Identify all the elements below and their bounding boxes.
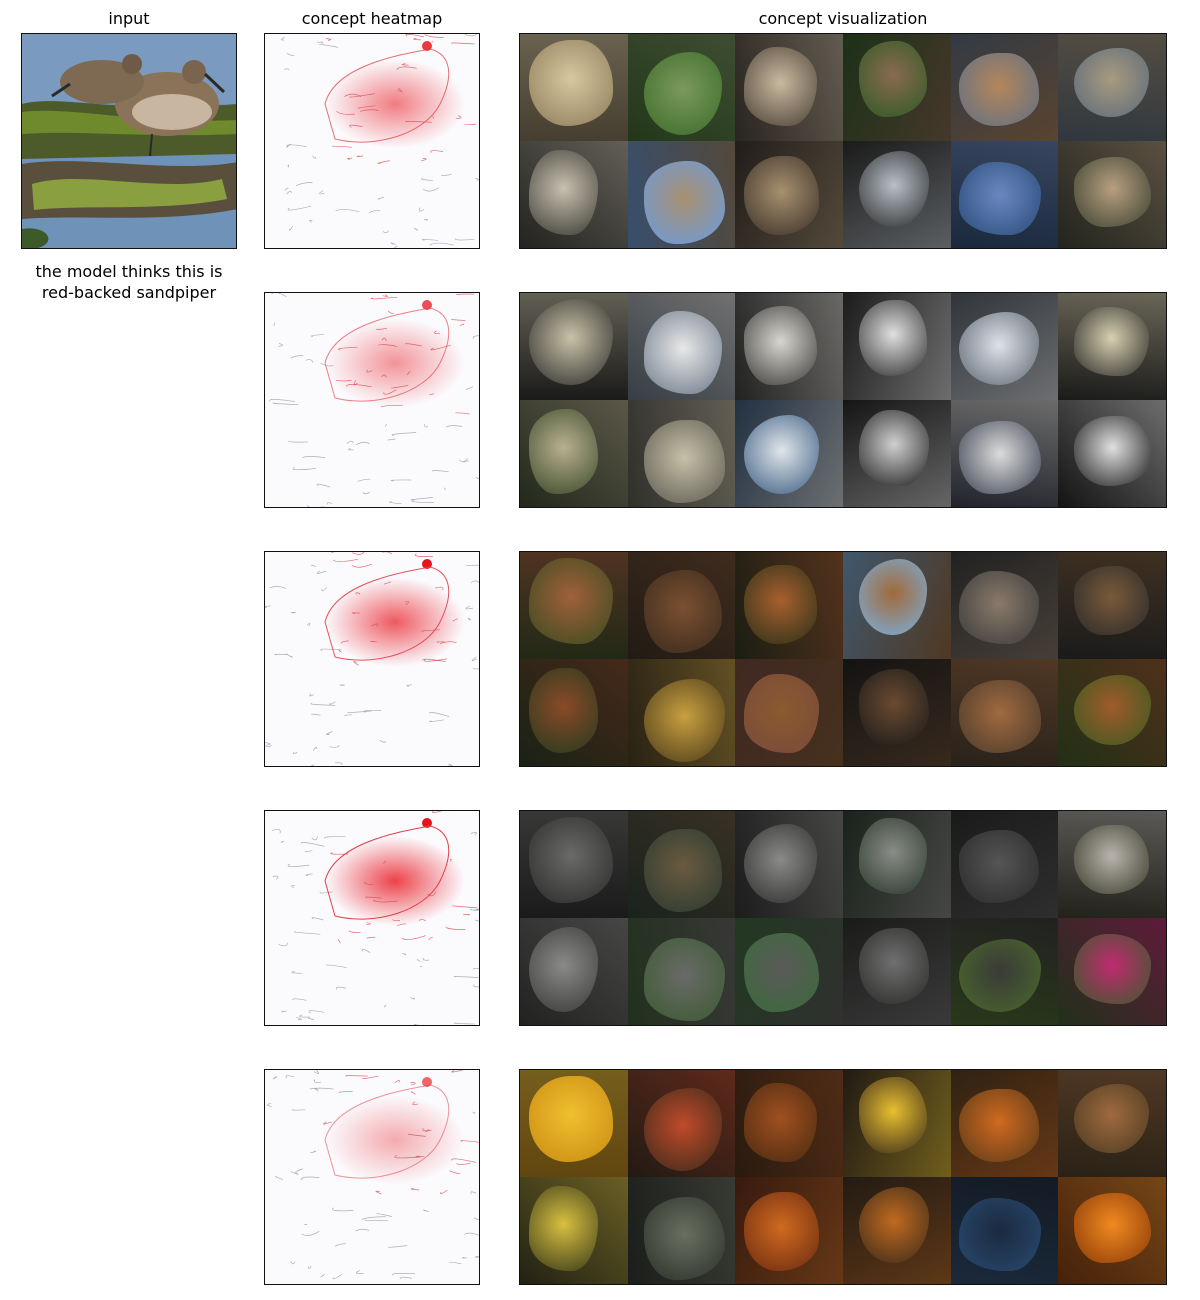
visualization-tile: [735, 400, 843, 507]
visualization-tile: [520, 1070, 628, 1177]
concept-visualization-3: [519, 551, 1167, 767]
concept-heatmap-2: [264, 292, 480, 508]
concept-heatmap-5: [264, 1069, 480, 1285]
visualization-tile: [950, 918, 1059, 1025]
heatmap-column-title: concept heatmap: [301, 9, 443, 28]
visualization-tile: [1058, 141, 1166, 248]
concept-visualization-5: [519, 1069, 1167, 1285]
concept-heatmap-3: [264, 551, 480, 767]
concept-visualization-2: [519, 292, 1167, 508]
visualization-tile: [520, 293, 628, 400]
visualization-tile: [842, 400, 951, 507]
visualization-tile: [627, 552, 736, 659]
visualization-tile: [1058, 293, 1166, 400]
visualization-tile: [520, 811, 628, 918]
visualization-tile: [520, 659, 628, 766]
concept-visualization-1: [519, 33, 1167, 249]
visualization-tile: [842, 552, 951, 659]
visualization-tile: [735, 1070, 843, 1177]
visualization-tile: [842, 918, 951, 1025]
visualization-tile: [627, 34, 736, 141]
visualization-tile: [1058, 1070, 1166, 1177]
visualization-tile: [520, 34, 628, 141]
visualization-tile: [735, 918, 843, 1025]
visualization-tile: [950, 400, 1059, 507]
visualization-tile: [735, 552, 843, 659]
visualization-tile: [950, 811, 1059, 918]
input-image: [21, 33, 237, 249]
visualization-tile: [950, 1177, 1059, 1284]
concept-heatmap-1: [264, 33, 480, 249]
visualization-tile: [842, 293, 951, 400]
visualization-tile: [1058, 918, 1166, 1025]
visualization-tile: [842, 1177, 951, 1284]
visualization-tile: [1058, 811, 1166, 918]
visualization-tile: [520, 141, 628, 248]
visualization-tile: [1058, 659, 1166, 766]
visualization-tile: [627, 1070, 736, 1177]
visualization-tile: [627, 659, 736, 766]
visualization-tile: [842, 141, 951, 248]
visualization-tile: [735, 141, 843, 248]
visualization-column-title: concept visualization: [758, 9, 928, 28]
visualization-tile: [842, 1070, 951, 1177]
visualization-tile: [842, 34, 951, 141]
concept-visualization-4: [519, 810, 1167, 1026]
visualization-tile: [520, 552, 628, 659]
visualization-tile: [735, 34, 843, 141]
visualization-tile: [520, 918, 628, 1025]
visualization-tile: [1058, 400, 1166, 507]
visualization-tile: [627, 293, 736, 400]
visualization-tile: [950, 141, 1059, 248]
visualization-tile: [1058, 1177, 1166, 1284]
visualization-tile: [950, 552, 1059, 659]
visualization-tile: [842, 811, 951, 918]
visualization-tile: [627, 918, 736, 1025]
visualization-tile: [1058, 552, 1166, 659]
visualization-tile: [735, 1177, 843, 1284]
visualization-tile: [842, 659, 951, 766]
visualization-tile: [627, 1177, 736, 1284]
visualization-tile: [735, 293, 843, 400]
visualization-tile: [950, 34, 1059, 141]
visualization-tile: [735, 659, 843, 766]
input-column-title: input: [108, 9, 150, 28]
visualization-tile: [950, 293, 1059, 400]
visualization-tile: [627, 400, 736, 507]
visualization-tile: [520, 1177, 628, 1284]
prediction-caption: the model thinks this is red-backed sand…: [21, 261, 237, 303]
concept-heatmap-4: [264, 810, 480, 1026]
visualization-tile: [950, 1070, 1059, 1177]
visualization-tile: [1058, 34, 1166, 141]
visualization-tile: [950, 659, 1059, 766]
prediction-line-1: the model thinks this is: [35, 262, 223, 281]
visualization-tile: [627, 141, 736, 248]
visualization-tile: [520, 400, 628, 507]
visualization-tile: [627, 811, 736, 918]
prediction-line-2: red-backed sandpiper: [41, 283, 217, 302]
visualization-tile: [735, 811, 843, 918]
